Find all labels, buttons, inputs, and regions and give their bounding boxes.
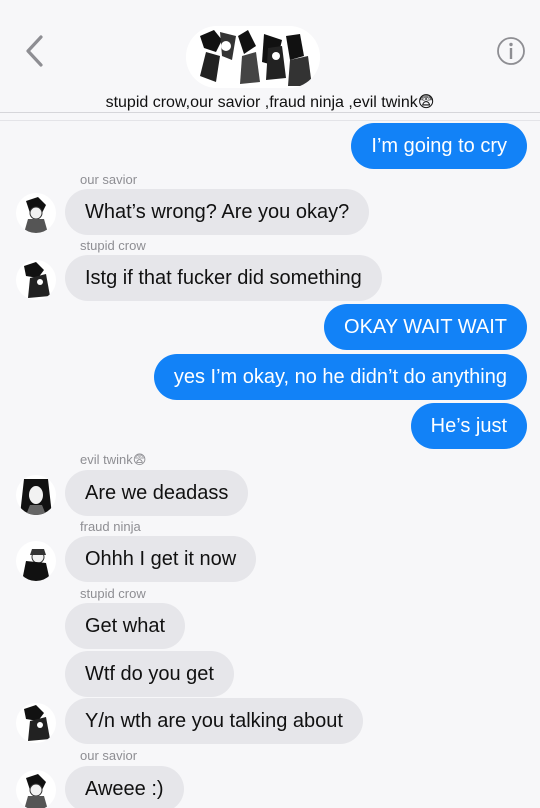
sender-name: our savior (80, 748, 138, 763)
message-bubble-outgoing[interactable]: OKAY WAIT WAIT (324, 304, 527, 350)
group-avatar[interactable] (186, 26, 320, 88)
info-button[interactable] (496, 36, 526, 66)
message-bubble-incoming[interactable]: Y/n wth are you talking about (65, 698, 363, 744)
info-icon (497, 37, 525, 65)
message-bubble-outgoing[interactable]: yes I’m okay, no he didn’t do anything (153, 354, 527, 400)
message-bubble-incoming[interactable]: Get what (65, 603, 186, 649)
sender-name: stupid crow (80, 586, 146, 601)
chevron-left-icon (26, 35, 43, 67)
avatar[interactable] (16, 260, 56, 300)
header-divider-secondary (0, 120, 540, 121)
avatar[interactable] (16, 770, 56, 808)
message-bubble-outgoing[interactable]: He’s just (410, 403, 527, 449)
message-bubble-incoming[interactable]: Aweee :) (65, 766, 184, 808)
chat-header: stupid crow,our savior ,fraud ninja ,evi… (0, 0, 540, 112)
avatar[interactable] (16, 475, 56, 515)
avatar[interactable] (16, 541, 56, 581)
group-title: stupid crow,our savior ,fraud ninja ,evi… (105, 94, 435, 111)
header-divider (0, 112, 540, 113)
message-bubble-incoming[interactable]: Are we deadass (65, 470, 249, 516)
message-bubble-incoming[interactable]: Istg if that fucker did something (65, 255, 382, 301)
sender-name: our savior (80, 172, 138, 187)
avatar[interactable] (16, 193, 56, 233)
message-bubble-incoming[interactable]: Wtf do you get (65, 651, 234, 697)
message-bubble-outgoing[interactable]: I’m going to cry (351, 123, 527, 169)
message-bubble-incoming[interactable]: What’s wrong? Are you okay? (65, 189, 370, 235)
message-bubble-incoming[interactable]: Ohhh I get it now (65, 536, 257, 582)
sender-name: evil twink😨 (80, 452, 147, 467)
avatar[interactable] (16, 703, 56, 743)
back-button[interactable] (22, 34, 48, 68)
sender-name: stupid crow (80, 238, 146, 253)
sender-name: fraud ninja (80, 519, 141, 534)
